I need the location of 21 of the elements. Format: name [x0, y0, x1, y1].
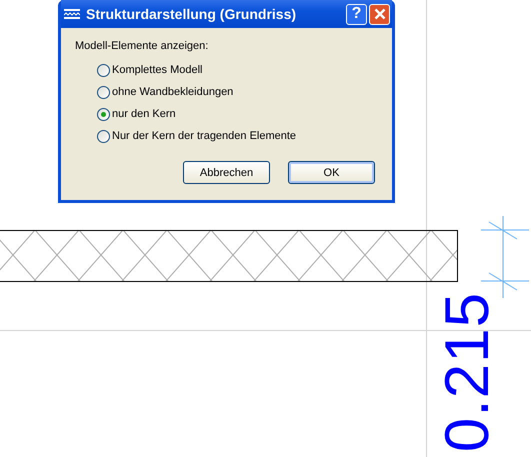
cancel-button[interactable]: Abbrechen: [183, 161, 270, 184]
help-button[interactable]: ?: [346, 4, 367, 24]
radio-button[interactable]: [97, 64, 110, 76]
option-label: ohne Wandbekleidungen: [112, 86, 234, 98]
close-button[interactable]: [369, 4, 390, 24]
option-label: Nur der Kern der tragenden Elemente: [112, 130, 296, 142]
ok-button[interactable]: OK: [288, 161, 375, 184]
radio-option[interactable]: nur den Kern: [97, 107, 176, 121]
radio-option[interactable]: Nur der Kern der tragenden Elemente: [97, 129, 296, 143]
radio-button[interactable]: [97, 108, 110, 120]
radio-button[interactable]: [97, 86, 110, 98]
dimension-text: 0.215: [435, 290, 501, 454]
group-label: Modell-Elemente anzeigen:: [75, 40, 210, 52]
option-label: nur den Kern: [112, 108, 176, 120]
hatch-icon: [64, 9, 80, 19]
window-title: Strukturdarstellung (Grundriss): [86, 6, 298, 22]
close-icon: [374, 8, 386, 20]
radio-option[interactable]: Komplettes Modell: [97, 63, 202, 77]
radio-option[interactable]: ohne Wandbekleidungen: [97, 85, 234, 99]
radio-button[interactable]: [97, 130, 110, 142]
option-label: Komplettes Modell: [112, 64, 202, 76]
